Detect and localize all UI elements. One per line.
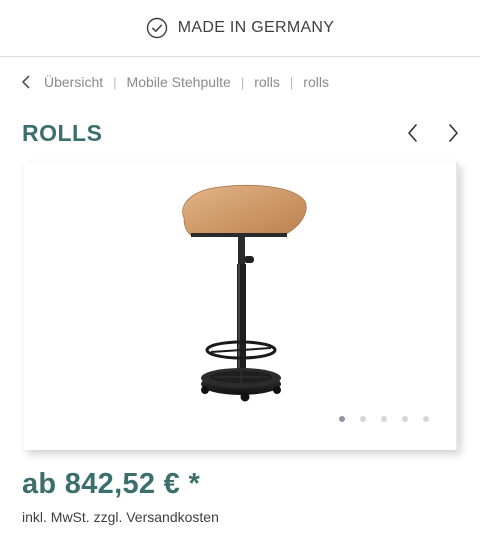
breadcrumb: Übersicht | Mobile Stehpulte | rolls | r… xyxy=(20,70,329,94)
breadcrumb-item-mobile-stehpulte[interactable]: Mobile Stehpulte xyxy=(127,74,231,90)
product-image xyxy=(182,184,307,402)
gallery-pagination xyxy=(339,416,429,422)
product-image-gallery[interactable] xyxy=(24,162,458,450)
breadcrumb-separator: | xyxy=(113,74,117,90)
breadcrumb-item-overview[interactable]: Übersicht xyxy=(44,74,103,90)
gallery-dot-4[interactable] xyxy=(402,416,408,422)
breadcrumb-separator: | xyxy=(289,74,294,90)
breadcrumb-item-rolls-current[interactable]: rolls xyxy=(303,74,329,90)
gallery-dot-3[interactable] xyxy=(381,416,387,422)
gallery-dot-1[interactable] xyxy=(339,416,345,422)
tax-shipping-note: inkl. MwSt. zzgl. Versandkosten xyxy=(22,509,219,525)
breadcrumb-item-rolls[interactable]: rolls xyxy=(254,74,280,90)
chevron-left-icon[interactable] xyxy=(20,75,32,89)
breadcrumb-separator: | xyxy=(240,74,245,90)
check-circle-icon xyxy=(146,17,167,39)
made-in-germany-banner: MADE IN GERMANY xyxy=(0,0,480,57)
product-title: ROLLS xyxy=(22,120,103,146)
chevron-right-icon[interactable] xyxy=(444,122,462,144)
made-in-germany-label: MADE IN GERMANY xyxy=(177,19,335,36)
gallery-dot-5[interactable] xyxy=(423,416,429,422)
chevron-left-icon[interactable] xyxy=(404,122,422,144)
gallery-dot-2[interactable] xyxy=(360,416,366,422)
product-price: ab 842,52 € * xyxy=(22,468,201,500)
